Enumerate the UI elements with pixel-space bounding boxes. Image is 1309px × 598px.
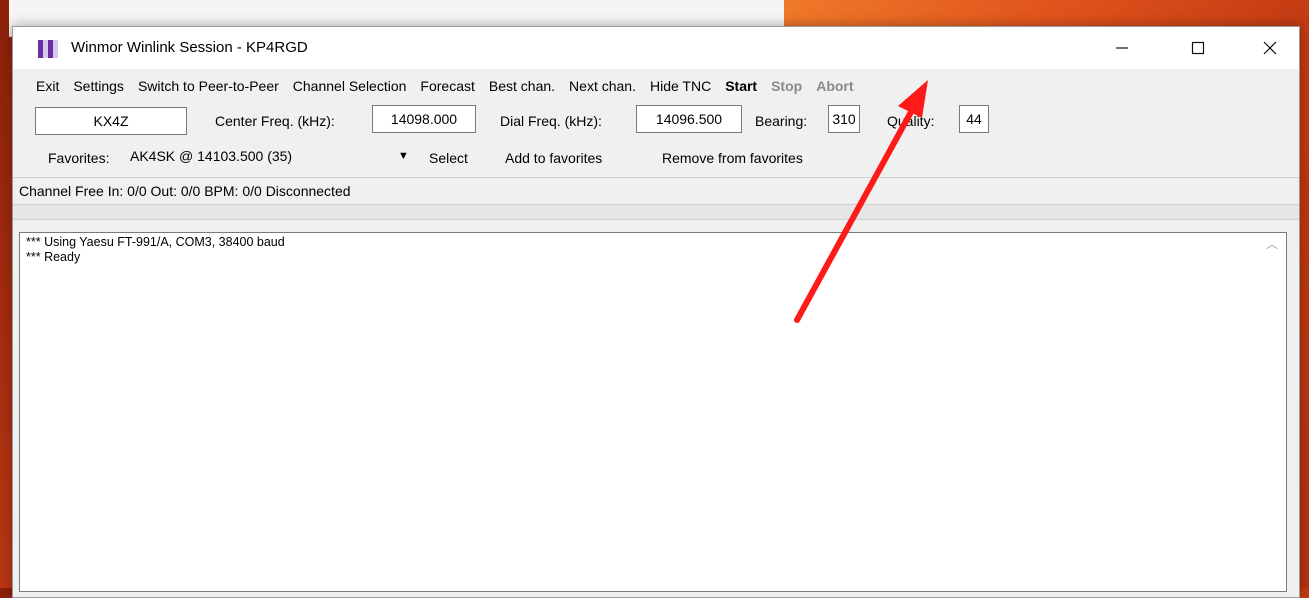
title-bar[interactable]: Winmor Winlink Session - KP4RGD [13, 27, 1299, 69]
close-icon[interactable] [1247, 27, 1293, 69]
select-favorite-button[interactable]: Select [429, 150, 468, 166]
station-row: KX4Z Center Freq. (kHz): 14098.000 Dial … [13, 103, 1299, 141]
menu-exit[interactable]: Exit [36, 78, 59, 94]
bearing-field[interactable]: 310 [828, 105, 860, 133]
remove-from-favorites-button[interactable]: Remove from favorites [662, 150, 803, 166]
menu-switch-peer-to-peer[interactable]: Switch to Peer-to-Peer [138, 78, 279, 94]
maximize-icon[interactable] [1175, 27, 1221, 69]
menu-stop[interactable]: Stop [771, 78, 802, 94]
menu-start[interactable]: Start [725, 78, 757, 94]
log-line: *** Using Yaesu FT-991/A, COM3, 38400 ba… [26, 235, 285, 249]
winmor-app-icon [38, 40, 58, 58]
status-bar: Channel Free In: 0/0 Out: 0/0 BPM: 0/0 D… [13, 177, 1299, 205]
add-to-favorites-button[interactable]: Add to favorites [505, 150, 602, 166]
menu-forecast[interactable]: Forecast [420, 78, 474, 94]
center-freq-label: Center Freq. (kHz): [215, 113, 335, 129]
bearing-label: Bearing: [755, 113, 808, 129]
dropdown-arrow-icon[interactable]: ▼ [398, 150, 409, 162]
status-text: Channel Free In: 0/0 Out: 0/0 BPM: 0/0 D… [19, 183, 351, 199]
favorites-label: Favorites: [48, 150, 110, 166]
quality-field[interactable]: 44 [959, 105, 989, 133]
dial-freq-label: Dial Freq. (kHz): [500, 113, 602, 129]
scroll-up-icon[interactable]: ︿ [1266, 237, 1278, 252]
menu-best-chan[interactable]: Best chan. [489, 78, 555, 94]
dial-freq-field[interactable]: 14096.500 [636, 105, 742, 133]
menu-bar: Exit Settings Switch to Peer-to-Peer Cha… [13, 69, 1299, 103]
menu-abort[interactable]: Abort [816, 78, 853, 94]
center-freq-field[interactable]: 14098.000 [372, 105, 476, 133]
minimize-icon[interactable] [1099, 27, 1145, 69]
menu-next-chan[interactable]: Next chan. [569, 78, 636, 94]
favorites-row: Favorites: AK4SK @ 14103.500 (35) ▼ Sele… [13, 141, 1299, 177]
window-title: Winmor Winlink Session - KP4RGD [71, 39, 308, 56]
menu-channel-selection[interactable]: Channel Selection [293, 78, 407, 94]
quality-label: Quality: [887, 113, 935, 129]
favorites-dropdown[interactable]: AK4SK @ 14103.500 (35) [130, 148, 292, 164]
log-line: *** Ready [26, 250, 81, 264]
menu-hide-tnc[interactable]: Hide TNC [650, 78, 711, 94]
session-log[interactable]: *** Using Yaesu FT-991/A, COM3, 38400 ba… [19, 232, 1287, 592]
winlink-session-window: Winmor Winlink Session - KP4RGD Exit Set… [12, 26, 1300, 598]
callsign-field[interactable]: KX4Z [35, 107, 187, 135]
splitter-bar[interactable] [13, 205, 1299, 220]
menu-settings[interactable]: Settings [73, 78, 124, 94]
